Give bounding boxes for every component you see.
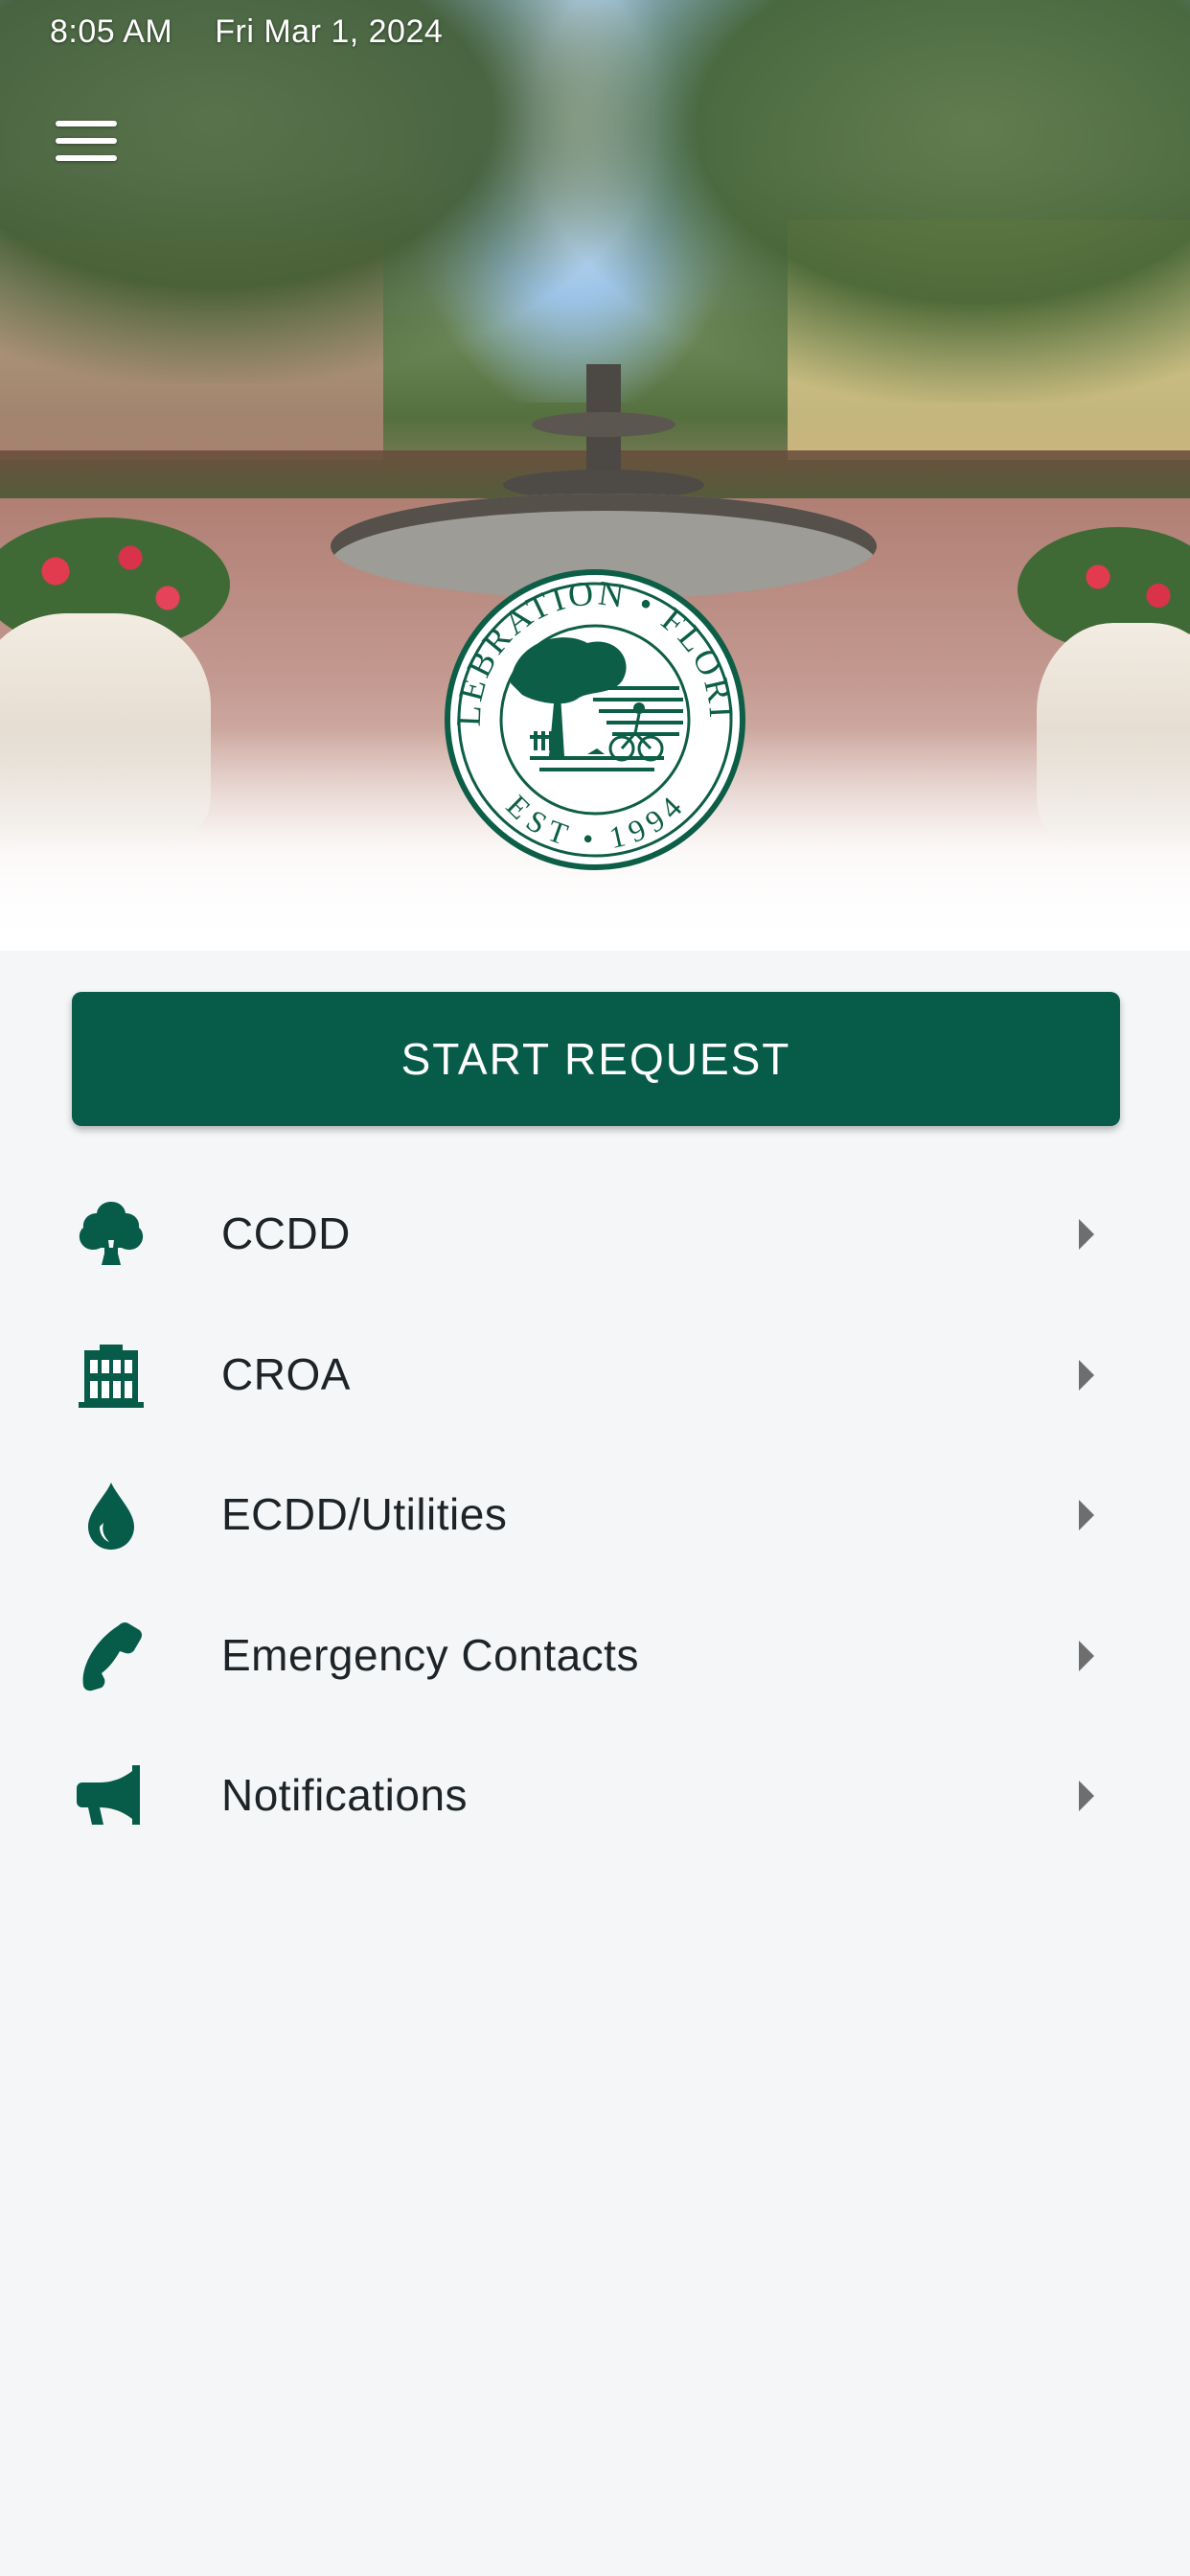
chevron-right-icon [1079, 1359, 1094, 1391]
tree-icon [79, 1202, 144, 1265]
status-date: Fri Mar 1, 2024 [215, 13, 444, 50]
menu-item-label: Notifications [221, 1770, 469, 1820]
megaphone-icon [77, 1765, 140, 1825]
chevron-right-icon [1079, 1500, 1094, 1530]
menu-item-ccdd[interactable]: CCDD [0, 1160, 1190, 1300]
water-drop-icon [88, 1483, 134, 1550]
menu-item-label: CROA [221, 1348, 351, 1399]
menu-item-label: ECDD/Utilities [221, 1489, 508, 1539]
phone-icon [82, 1622, 142, 1690]
building-icon [79, 1344, 144, 1408]
menu-item-label: Emergency Contacts [221, 1629, 639, 1680]
status-time: 8:05 AM [50, 13, 173, 50]
menu-item-croa[interactable]: CROA [0, 1300, 1190, 1441]
menu-list: CCDD CROA ECDD/Utilities Emergency Conta… [0, 1160, 1190, 1862]
start-request-button[interactable]: START REQUEST [72, 992, 1120, 1126]
menu-item-notifications[interactable]: Notifications [0, 1721, 1190, 1862]
menu-item-label: CCDD [221, 1208, 351, 1258]
hamburger-menu-icon[interactable] [56, 121, 126, 172]
seal-tree-scene [505, 630, 685, 810]
celebration-florida-seal-logo: CELEBRATION • FLORIDA EST • 1994 [444, 568, 745, 870]
menu-item-emergency-contacts[interactable]: Emergency Contacts [0, 1581, 1190, 1722]
menu-item-ecdd-utilities[interactable]: ECDD/Utilities [0, 1440, 1190, 1581]
chevron-right-icon [1079, 1640, 1094, 1671]
chevron-right-icon [1079, 1781, 1094, 1811]
chevron-right-icon [1079, 1219, 1094, 1250]
status-bar: 8:05 AM Fri Mar 1, 2024 [50, 13, 443, 51]
